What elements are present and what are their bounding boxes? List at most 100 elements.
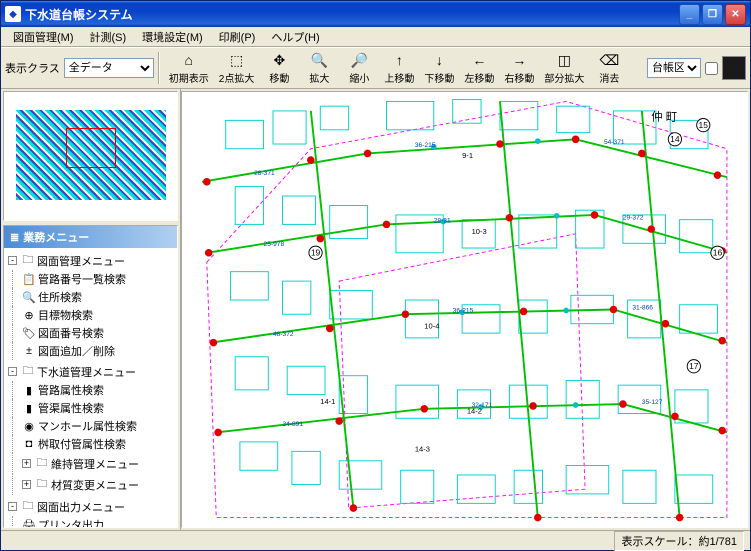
svg-text:14-2: 14-2 [467,407,482,416]
area-label: 仲 町 [651,109,677,123]
basin-icon: ◘ [22,438,36,450]
svg-text:9-1: 9-1 [462,151,473,160]
add-remove-icon: ± [22,345,36,357]
rect-zoom-icon: ⬚ [228,51,246,69]
app-icon: ◆ [5,6,21,22]
close-button[interactable]: ✕ [725,4,746,25]
clear-button[interactable]: ⌫消去 [589,49,629,87]
sidebar: ≣業務メニュー -🗀図面管理メニュー 📋管路番号一覧検索 🔍住所検索 ⊕目標物検… [1,89,181,530]
color-swatch-button[interactable] [722,56,746,80]
toolbar-checkbox[interactable] [705,62,718,75]
initial-view-button[interactable]: ⌂初期表示 [164,49,214,87]
zoom-in-button[interactable]: 🔍拡大 [299,49,339,87]
pan-left-button[interactable]: ←左移動 [459,49,499,87]
eraser-icon: ⌫ [600,51,618,69]
svg-text:14: 14 [670,134,680,144]
manhole-icon: ◉ [22,420,36,433]
svg-text:54-371: 54-371 [604,139,625,146]
tree-item[interactable]: 🖨プリンタ出力 [22,517,175,528]
titlebar: ◆ 下水道台帳システム _ ❐ ✕ [1,1,750,27]
overview-viewport-box[interactable] [66,128,116,168]
folder-icon: 🗀 [21,362,35,381]
tree-item[interactable]: ◘桝取付管属性検索 [22,436,175,452]
menu-drawing[interactable]: 図面管理(M) [5,27,82,47]
svg-text:29-372: 29-372 [623,215,644,222]
tree-item[interactable]: +🗀材質変更メニュー [22,475,175,494]
zoom-out-button[interactable]: 🔎縮小 [339,49,379,87]
minimize-button[interactable]: _ [679,4,700,25]
search-icon: 🔍 [22,291,36,304]
pan-right-button[interactable]: →右移動 [499,49,539,87]
number-icon: 🏷 [22,327,36,340]
arrow-down-icon: ↓ [430,51,448,69]
tree-item[interactable]: ⊕目標物検索 [22,307,175,323]
svg-text:34-891: 34-891 [282,421,303,428]
tree-item[interactable]: ▮管路属性検索 [22,382,175,398]
display-class-select[interactable]: 全データ [64,58,154,78]
tree-item[interactable]: ◉マンホール属性検索 [22,418,175,434]
tree-item[interactable]: ▮管渠属性検索 [22,400,175,416]
tree-item[interactable]: +🗀維持管理メニュー [22,454,175,473]
svg-text:10-3: 10-3 [472,227,487,236]
svg-text:35-127: 35-127 [642,399,663,406]
maximize-button[interactable]: ❐ [702,4,723,25]
tree-output-menu[interactable]: -🗀図面出力メニュー [8,497,175,516]
svg-text:28-371: 28-371 [254,170,275,177]
pipe-icon: ▮ [22,384,36,397]
folder-icon: 🗀 [35,454,49,473]
two-point-zoom-button[interactable]: ⬚2点拡大 [214,49,260,87]
ledger-select[interactable]: 台帳区 [647,58,701,78]
tree-sewer-menu[interactable]: -🗀下水道管理メニュー [8,362,175,381]
menu-tree: -🗀図面管理メニュー 📋管路番号一覧検索 🔍住所検索 ⊕目標物検索 🏷図面番号検… [4,248,177,528]
partial-zoom-button[interactable]: ◫部分拡大 [539,49,589,87]
display-class-label: 表示クラス [5,60,60,76]
arrow-right-icon: → [510,51,528,69]
menu-tree-title: ≣業務メニュー [4,226,177,248]
arrow-up-icon: ↑ [390,51,408,69]
map-view[interactable]: 14 15 16 17 18 19 仲 町 28-37136-21554-371… [181,91,748,528]
svg-text:48-372: 48-372 [273,331,294,338]
book-icon: ≣ [10,231,19,244]
menu-measure[interactable]: 計測(S) [82,27,135,47]
zoom-out-icon: 🔎 [350,51,368,69]
menubar: 図面管理(M) 計測(S) 環境設定(M) 印刷(P) ヘルプ(H) [1,27,750,47]
menu-print[interactable]: 印刷(P) [211,27,264,47]
menu-tree-panel: ≣業務メニュー -🗀図面管理メニュー 📋管路番号一覧検索 🔍住所検索 ⊕目標物検… [3,225,178,528]
map-canvas[interactable]: 14 15 16 17 18 19 仲 町 28-37136-21554-371… [182,92,747,527]
pan-up-button[interactable]: ↑上移動 [379,49,419,87]
svg-text:17: 17 [689,361,699,371]
tree-item[interactable]: 🔍住所検索 [22,289,175,305]
tree-item[interactable]: ±図面追加／削除 [22,343,175,359]
svg-text:36-215: 36-215 [415,142,436,149]
printer-icon: 🖨 [22,519,36,529]
target-icon: ⊕ [22,309,36,322]
folder-icon: 🗀 [35,475,49,494]
folder-icon: 🗀 [21,497,35,516]
tree-drawing-menu[interactable]: -🗀図面管理メニュー [8,251,175,270]
toolbar-separator [158,52,160,84]
zoom-in-icon: 🔍 [310,51,328,69]
tree-item[interactable]: 🏷図面番号検索 [22,325,175,341]
svg-text:19: 19 [311,248,321,258]
move-icon: ✥ [270,51,288,69]
svg-text:14-1: 14-1 [320,397,335,406]
pan-down-button[interactable]: ↓下移動 [419,49,459,87]
svg-text:25-978: 25-978 [264,241,285,248]
folder-icon: 🗀 [21,251,35,270]
toolbar: 表示クラス 全データ ⌂初期表示 ⬚2点拡大 ✥移動 🔍拡大 🔎縮小 ↑上移動 … [1,47,750,89]
svg-text:28-31: 28-31 [434,218,451,225]
list-icon: 📋 [22,273,36,286]
tree-item[interactable]: 📋管路番号一覧検索 [22,271,175,287]
window-title: 下水道台帳システム [25,6,679,23]
overview-map[interactable] [3,91,178,221]
menu-help[interactable]: ヘルプ(H) [263,27,327,47]
svg-text:16: 16 [713,248,723,258]
menu-env[interactable]: 環境設定(M) [134,27,211,47]
svg-text:31-866: 31-866 [632,305,653,312]
svg-text:14-3: 14-3 [415,444,430,453]
pipe-icon: ▮ [22,402,36,415]
move-button[interactable]: ✥移動 [259,49,299,87]
svg-text:10-4: 10-4 [424,321,439,330]
scale-display: 表示スケール：約1/781 [614,531,744,551]
svg-text:15: 15 [699,120,709,130]
